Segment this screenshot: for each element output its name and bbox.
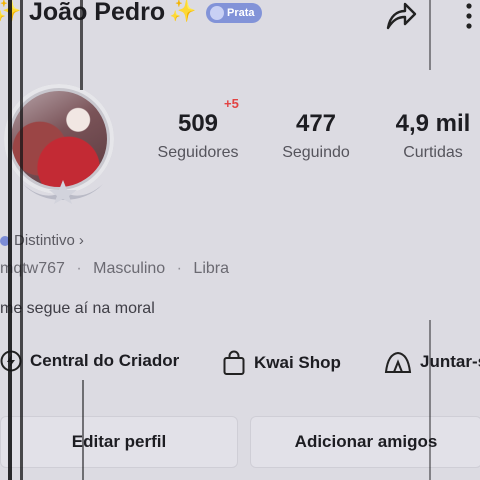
screen-artifact-line xyxy=(8,0,12,480)
screen-artifact-line xyxy=(429,0,431,70)
stat-following[interactable]: 477 Seguindo xyxy=(266,110,366,162)
avatar[interactable] xyxy=(11,91,107,187)
stat-value: 477 xyxy=(295,110,337,137)
zodiac-sign: Libra xyxy=(193,260,229,277)
chevron-right-icon: › xyxy=(78,232,84,249)
screen-artifact-line xyxy=(20,0,23,480)
stat-likes[interactable]: 4,9 mil Curtidas xyxy=(380,110,480,162)
followers-delta-badge: +5 xyxy=(224,96,239,111)
add-friends-button[interactable]: Adicionar amigos xyxy=(250,416,480,468)
bio: me segue aí na moral xyxy=(0,300,155,317)
stat-followers[interactable]: 509 Seguidores xyxy=(148,110,248,162)
separator: · xyxy=(76,260,82,277)
creator-center-shortcut[interactable]: Central do Criador xyxy=(0,350,179,372)
shortcut-label: Kwai Shop xyxy=(254,353,341,372)
screen-artifact-line xyxy=(429,320,431,480)
shopping-bag-icon xyxy=(223,350,245,375)
stat-value: 4,9 mil xyxy=(395,110,471,137)
stat-label: Curtidas xyxy=(403,144,463,161)
badge-label: Prata xyxy=(227,7,255,19)
user-details: mqtw767 · Masculino · Libra xyxy=(0,260,229,278)
stat-label: Seguidores xyxy=(157,144,239,161)
stat-value: 509 xyxy=(177,110,219,137)
distintivo-label: Distintivo xyxy=(14,232,75,249)
share-arrow-icon[interactable] xyxy=(384,0,418,32)
edit-profile-button[interactable]: Editar perfil xyxy=(0,416,238,468)
more-vertical-icon[interactable] xyxy=(462,0,476,32)
screen-artifact-line xyxy=(80,0,83,90)
distintivo-link[interactable]: Distintivo › xyxy=(0,232,84,249)
frame-ornament-icon xyxy=(23,180,103,204)
kwai-shop-shortcut[interactable]: Kwai Shop xyxy=(222,350,341,376)
shortcut-label: Central do Criador xyxy=(30,351,180,370)
screen-artifact-line xyxy=(82,380,84,480)
separator: · xyxy=(176,260,182,277)
badge-icon xyxy=(210,6,224,20)
join-shortcut[interactable]: Juntar-s xyxy=(384,350,480,374)
level-badge[interactable]: Prata xyxy=(206,3,262,23)
gender: Masculino xyxy=(93,260,166,277)
profile-name: João Pedro xyxy=(29,0,166,26)
sparkle-icon: ✨ xyxy=(169,0,197,23)
stat-label: Seguindo xyxy=(282,144,350,161)
tent-icon xyxy=(384,351,412,373)
